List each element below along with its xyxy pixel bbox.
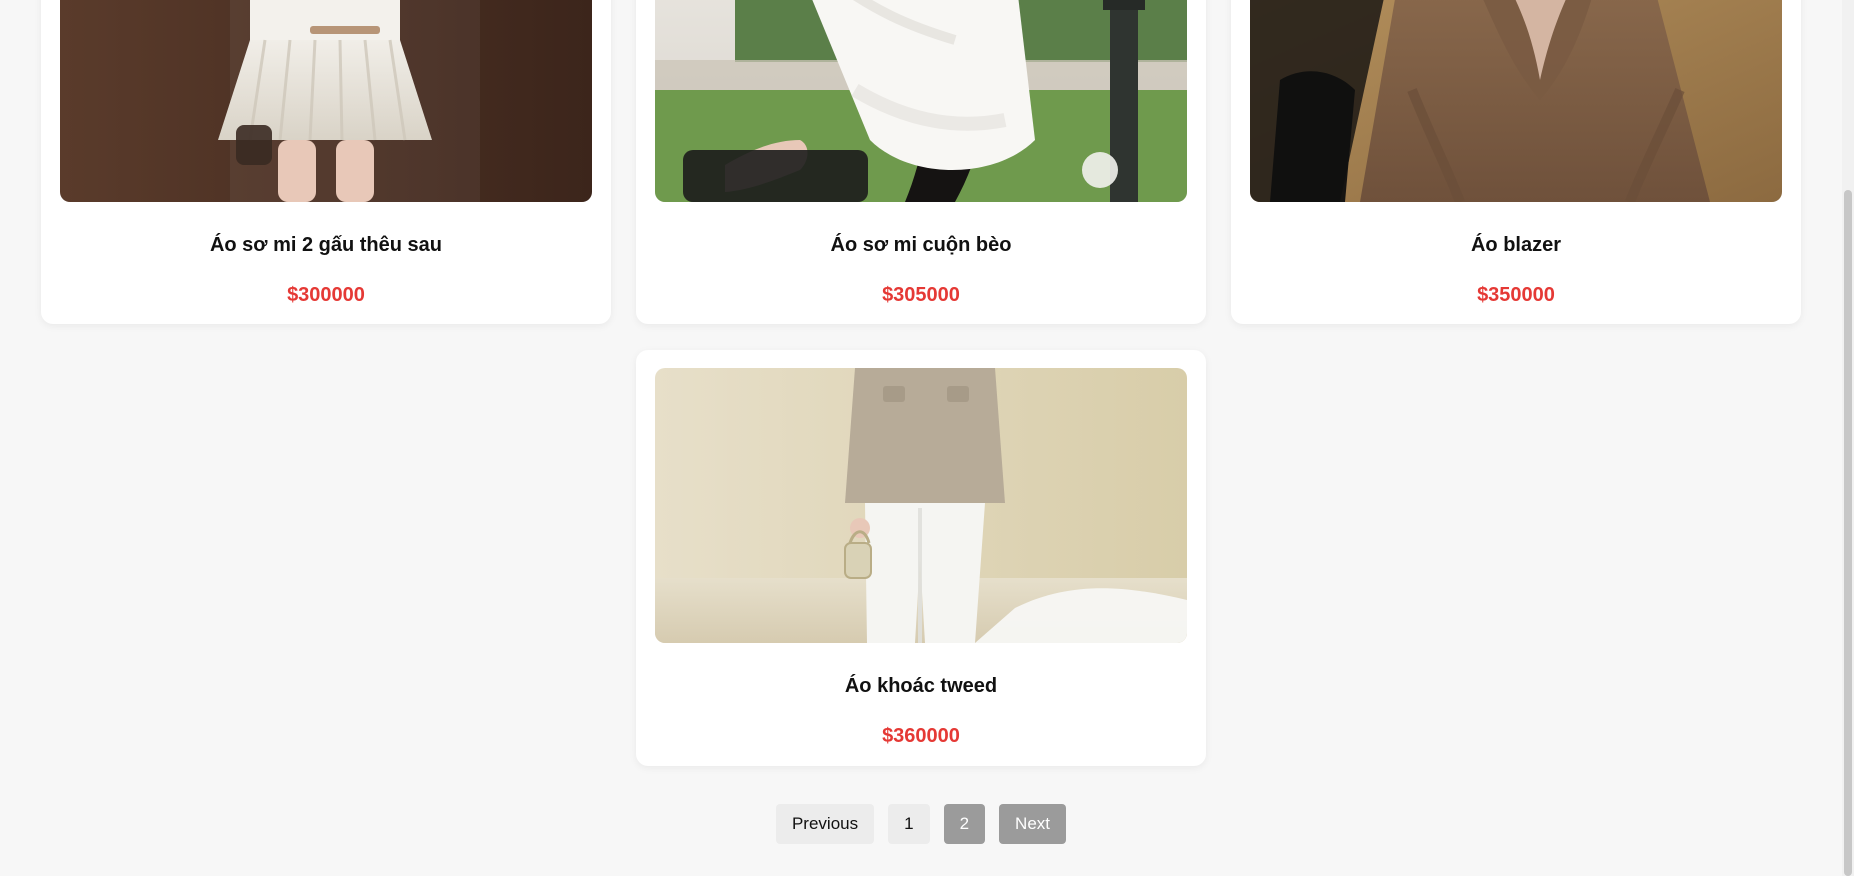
product-image[interactable] [655,368,1187,643]
product-photo-ruffled-blouse [655,0,1187,202]
product-price: $300000 [287,284,365,306]
product-name[interactable]: Áo sơ mi 2 gấu thêu sau [41,234,611,257]
pagination-next-button[interactable]: Next [999,804,1067,844]
product-card[interactable]: Áo sơ mi cuộn bèo $305000 [636,0,1206,324]
product-card[interactable]: Áo sơ mi 2 gấu thêu sau $300000 [41,0,611,324]
product-listing-page: Áo sơ mi 2 gấu thêu sau $300000 Áo sơ mi… [0,0,1854,876]
product-card[interactable]: Áo blazer $350000 [1231,0,1801,324]
pagination-page-1[interactable]: 1 [888,804,930,844]
product-photo-tweed-jacket-white-pants [655,368,1187,643]
product-image[interactable] [1250,0,1782,202]
pagination-previous-button[interactable]: Previous [775,804,875,844]
product-image[interactable] [60,0,592,202]
scrollbar[interactable] [1842,0,1854,876]
product-card[interactable]: Áo khoác tweed $360000 [636,350,1206,766]
product-photo-brown-blazer [1250,0,1782,202]
pagination: Previous 1 2 Next [0,804,1842,844]
product-price: $350000 [1477,284,1555,306]
product-name[interactable]: Áo khoác tweed [636,675,1206,698]
product-name[interactable]: Áo sơ mi cuộn bèo [636,234,1206,257]
product-name[interactable]: Áo blazer [1231,234,1801,257]
product-price: $305000 [882,284,960,306]
product-photo-white-shirt-skirt [60,0,592,202]
scrollbar-thumb[interactable] [1844,190,1852,876]
pagination-page-2[interactable]: 2 [943,804,986,844]
product-price: $360000 [882,725,960,747]
product-image[interactable] [655,0,1187,202]
